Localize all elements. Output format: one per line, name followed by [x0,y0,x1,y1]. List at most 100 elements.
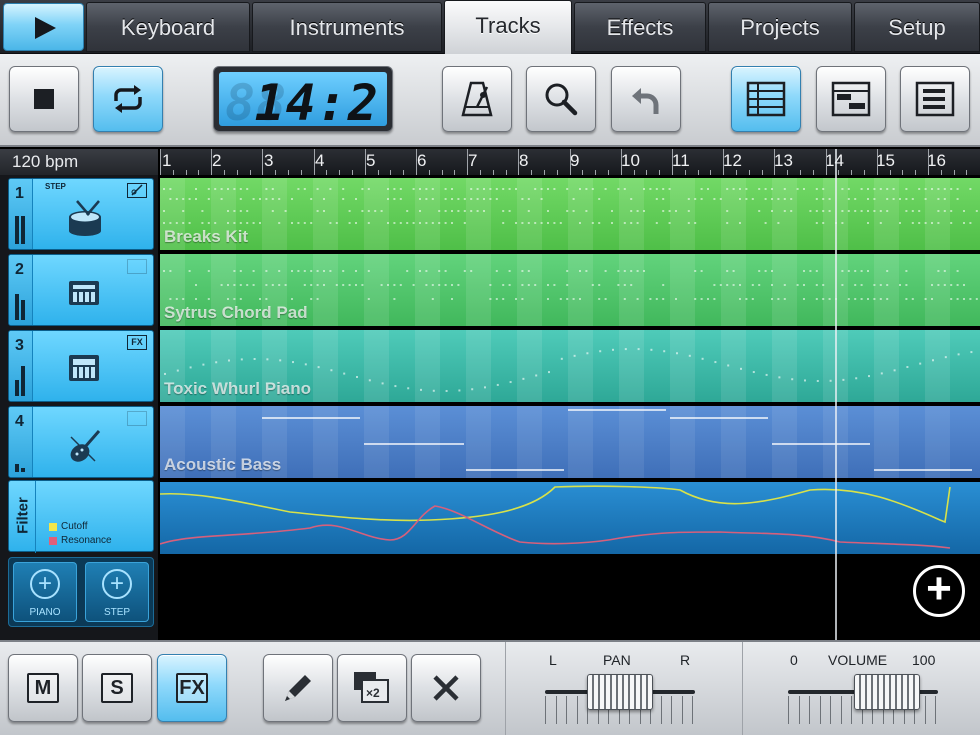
view-tracks-button[interactable] [731,66,801,132]
volume-min-label: 0 [790,652,798,668]
tab-instruments[interactable]: Instruments [252,2,442,52]
mute-button[interactable]: M [8,654,78,722]
solo-button[interactable]: S [82,654,152,722]
slider-tick [841,696,842,724]
pan-slider-thumb[interactable] [587,674,653,710]
lane-filter-automation[interactable] [160,482,980,554]
resonance-swatch [49,537,57,545]
add-track-button[interactable]: + [913,565,965,617]
slider-tick [692,696,693,724]
stop-icon [34,89,54,109]
timeline-ruler[interactable]: 1 2 3 4 5 6 7 8 9 10 11 12 13 14 15 16 [160,149,980,175]
slider-tick [935,696,936,724]
tab-keyboard[interactable]: Keyboard [86,2,250,52]
add-step-button[interactable]: + STEP [85,562,149,622]
drum-icon [65,199,105,242]
fx-button[interactable]: FX [157,654,227,722]
stop-button[interactable] [9,66,79,132]
lane-breaks-kit[interactable]: Breaks Kit [160,178,980,250]
view-playlist-button[interactable] [816,66,886,132]
zoom-button[interactable] [526,66,596,132]
slider-tick [788,696,789,724]
volume-slider-thumb[interactable] [854,674,920,710]
playlist-view-icon [831,81,871,117]
level-meter [21,366,25,396]
clone-icon: ×2 [352,670,392,706]
fx-edit-icon[interactable] [127,183,147,198]
lane-sytrus-chord-pad[interactable]: Sytrus Chord Pad [160,254,980,326]
pan-right-label: R [680,652,690,668]
track-header-3[interactable]: 3 FX [8,330,154,402]
track-header-4[interactable]: 4 [8,406,154,478]
lane-toxic-whurl-piano[interactable]: Toxic Whurl Piano [160,330,980,402]
delete-button[interactable] [411,654,481,722]
pan-title: PAN [603,652,631,668]
mute-label: M [27,673,59,703]
play-button[interactable] [3,3,84,51]
tab-projects[interactable]: Projects [708,2,852,52]
track-tag: STEP [45,182,66,191]
slider-tick [671,696,672,724]
ruler-9: 9 [570,151,579,171]
slider-tick [851,696,852,724]
plus-icon: + [30,569,60,599]
tab-tracks[interactable]: Tracks [444,0,572,54]
track-list: 120 bpm 1 STEP 2 3 FX 4 Filter Cutoff Re… [0,149,158,640]
playhead[interactable] [835,149,837,640]
track-lanes[interactable]: Breaks Kit Sytrus Chord Pad Toxic Whurl … [160,175,980,640]
track-header-2[interactable]: 2 [8,254,154,326]
lane-name: Acoustic Bass [164,455,281,475]
slider-tick [545,696,546,724]
cutoff-swatch [49,523,57,531]
add-piano-button[interactable]: + PIANO [13,562,77,622]
ruler-16: 16 [927,151,946,171]
pad-icon [65,275,105,314]
ruler-15: 15 [876,151,895,171]
ruler-2: 2 [212,151,221,171]
slider-tick [820,696,821,724]
metronome-button[interactable] [442,66,512,132]
loop-button[interactable] [93,66,163,132]
slider-tick [830,696,831,724]
fx-slot[interactable] [127,259,147,274]
undo-icon [629,82,663,116]
edit-button[interactable] [263,654,333,722]
lane-name: Breaks Kit [164,227,248,247]
tab-setup[interactable]: Setup [854,2,980,52]
lane-pattern [160,406,980,478]
bottom-bar: M S FX ×2 L PAN R 0 VOLUME 100 [0,640,980,735]
ruler-12: 12 [723,151,742,171]
keyboard-icon [65,351,105,390]
track-header-1[interactable]: 1 STEP [8,178,154,250]
slider-tick [566,696,567,724]
slider-tick [556,696,557,724]
fx-badge[interactable]: FX [127,335,147,350]
toolbar: 88 14:2 [0,54,980,147]
tempo-label[interactable]: 120 bpm [0,149,158,175]
position-readout: 14:2 [255,74,379,126]
slider-tick [682,696,683,724]
lane-pattern [160,178,980,250]
fx-label: FX [176,673,208,703]
undo-button[interactable] [611,66,681,132]
lane-acoustic-bass[interactable]: Acoustic Bass [160,406,980,478]
volume-control: 0 VOLUME 100 [788,642,938,735]
slider-tick [809,696,810,724]
ruler-8: 8 [519,151,528,171]
pan-control: L PAN R [545,642,695,735]
clone-button[interactable]: ×2 [337,654,407,722]
position-display: 88 14:2 [213,66,393,132]
automation-header-filter[interactable]: Filter Cutoff Resonance [8,480,154,552]
ruler-5: 5 [366,151,375,171]
track-number: 3 [15,337,24,355]
svg-text:×2: ×2 [366,686,380,700]
lane-name: Sytrus Chord Pad [164,303,308,323]
volume-max-label: 100 [912,652,935,668]
violin-icon [65,427,105,470]
ruler-1: 1 [162,151,171,171]
view-pianoroll-button[interactable] [900,66,970,132]
tab-effects[interactable]: Effects [574,2,706,52]
fx-slot[interactable] [127,411,147,426]
level-meter [15,294,19,320]
legend-resonance: Resonance [61,535,112,546]
